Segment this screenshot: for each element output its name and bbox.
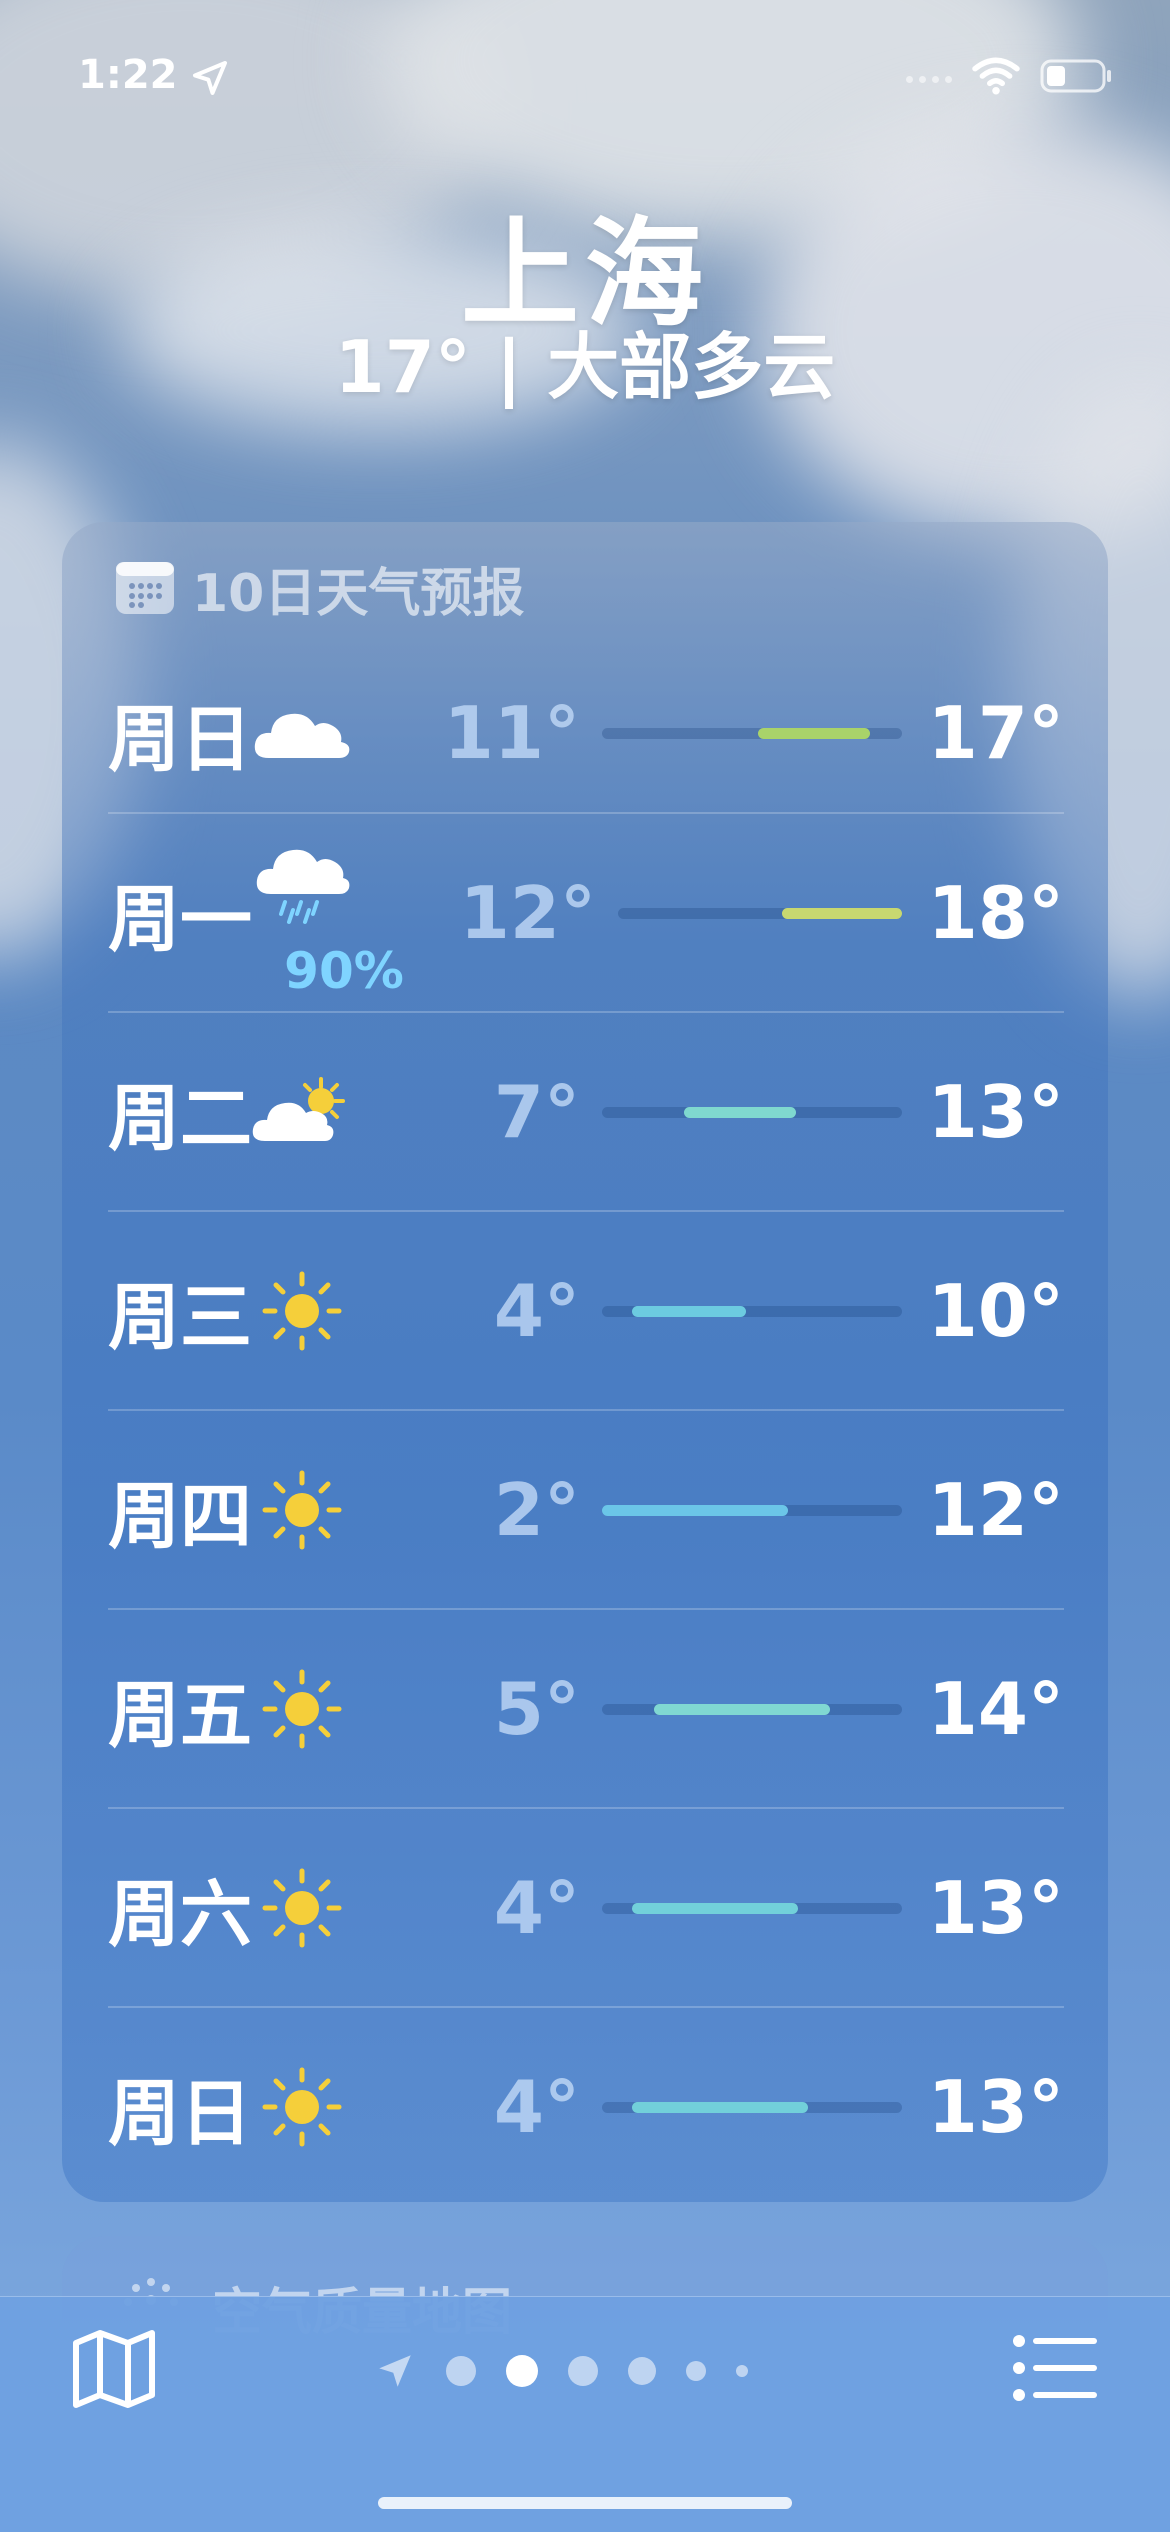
forecast-row[interactable]: 周二 7° 13° bbox=[108, 1011, 1064, 1210]
page-dot bbox=[446, 2356, 476, 2386]
forecast-row[interactable]: 周日 11° 17° bbox=[108, 633, 1064, 832]
forecast-low: 5° bbox=[493, 1666, 580, 1751]
temperature-range-bar bbox=[602, 1504, 902, 1516]
cloud-rain-icon bbox=[256, 849, 350, 924]
forecast-low: 11° bbox=[443, 690, 580, 775]
partly-sunny-icon bbox=[252, 1076, 345, 1141]
forecast-row[interactable]: 周一 90% 12° 18° bbox=[108, 812, 1064, 1011]
forecast-row[interactable]: 周六 4° 13° bbox=[108, 1807, 1064, 2006]
page-dot-active bbox=[506, 2355, 538, 2387]
page-dot bbox=[628, 2357, 656, 2385]
sun-icon bbox=[262, 1868, 342, 1947]
forecast-row[interactable]: 周日 4° 13° bbox=[108, 2006, 1064, 2205]
forecast-high: 12° bbox=[927, 1467, 1064, 1552]
forecast-day: 周二 bbox=[108, 1076, 253, 1160]
forecast-low: 12° bbox=[459, 870, 596, 955]
home-indicator[interactable] bbox=[378, 2497, 792, 2509]
cellular-signal-icon bbox=[906, 76, 952, 83]
forecast-day: 周六 bbox=[108, 1872, 253, 1956]
forecast-title: 10日天气预报 bbox=[192, 563, 525, 624]
temperature-range-bar bbox=[602, 1106, 902, 1118]
forecast-day: 周日 bbox=[108, 2071, 253, 2155]
forecast-day: 周一 bbox=[108, 877, 253, 961]
temperature-range-bar bbox=[602, 727, 902, 739]
precipitation-chance: 90% bbox=[284, 942, 404, 1000]
forecast-high: 10° bbox=[927, 1268, 1064, 1353]
bottom-toolbar bbox=[0, 2296, 1170, 2532]
forecast-low: 4° bbox=[493, 1268, 580, 1353]
forecast-high: 18° bbox=[927, 870, 1064, 955]
forecast-row[interactable]: 周三 4° 10° bbox=[108, 1210, 1064, 1409]
ten-day-forecast-card[interactable]: 10日天气预报 周日 11° 17° 周一 90% 12° 18° 周二 7° … bbox=[62, 522, 1108, 2202]
status-time: 1:22 bbox=[78, 52, 178, 98]
wifi-icon bbox=[972, 57, 1020, 95]
status-bar: 1:22 bbox=[0, 52, 1170, 102]
map-icon[interactable] bbox=[70, 2327, 158, 2411]
sun-icon bbox=[262, 1271, 342, 1350]
current-conditions: 17° | 大部多云 bbox=[334, 325, 836, 409]
temperature-range-bar bbox=[602, 1902, 902, 1914]
page-dot bbox=[686, 2361, 706, 2381]
city-list-icon[interactable] bbox=[1012, 2333, 1098, 2403]
forecast-day: 周三 bbox=[108, 1275, 253, 1359]
page-dot bbox=[736, 2365, 748, 2377]
cloud-icon bbox=[254, 713, 350, 758]
temperature-range-bar bbox=[602, 1703, 902, 1715]
location-arrow-icon bbox=[193, 61, 227, 95]
temperature-range-bar bbox=[602, 1305, 902, 1317]
battery-icon bbox=[1040, 59, 1111, 93]
forecast-high: 14° bbox=[927, 1666, 1064, 1751]
temperature-range-bar bbox=[602, 2101, 902, 2113]
sun-icon bbox=[262, 2067, 342, 2146]
forecast-low: 4° bbox=[493, 2064, 580, 2149]
sun-icon bbox=[262, 1470, 342, 1549]
temperature-range-bar bbox=[618, 907, 902, 919]
forecast-row[interactable]: 周四 2° 12° bbox=[108, 1409, 1064, 1608]
forecast-card-header: 10日天气预报 bbox=[116, 558, 524, 624]
forecast-row[interactable]: 周五 5° 14° bbox=[108, 1608, 1064, 1807]
forecast-day: 周五 bbox=[108, 1673, 253, 1757]
forecast-high: 17° bbox=[927, 690, 1064, 775]
forecast-day: 周日 bbox=[108, 697, 253, 781]
forecast-low: 2° bbox=[493, 1467, 580, 1552]
forecast-day: 周四 bbox=[108, 1474, 253, 1558]
forecast-high: 13° bbox=[927, 1865, 1064, 1950]
page-indicator[interactable] bbox=[374, 2351, 748, 2391]
calendar-icon bbox=[116, 562, 174, 614]
current-location-icon bbox=[379, 2355, 411, 2387]
sun-icon bbox=[262, 1669, 342, 1748]
page-dot bbox=[568, 2356, 598, 2386]
forecast-high: 13° bbox=[927, 1069, 1064, 1154]
forecast-high: 13° bbox=[927, 2064, 1064, 2149]
forecast-low: 4° bbox=[493, 1865, 580, 1950]
forecast-low: 7° bbox=[493, 1069, 580, 1154]
